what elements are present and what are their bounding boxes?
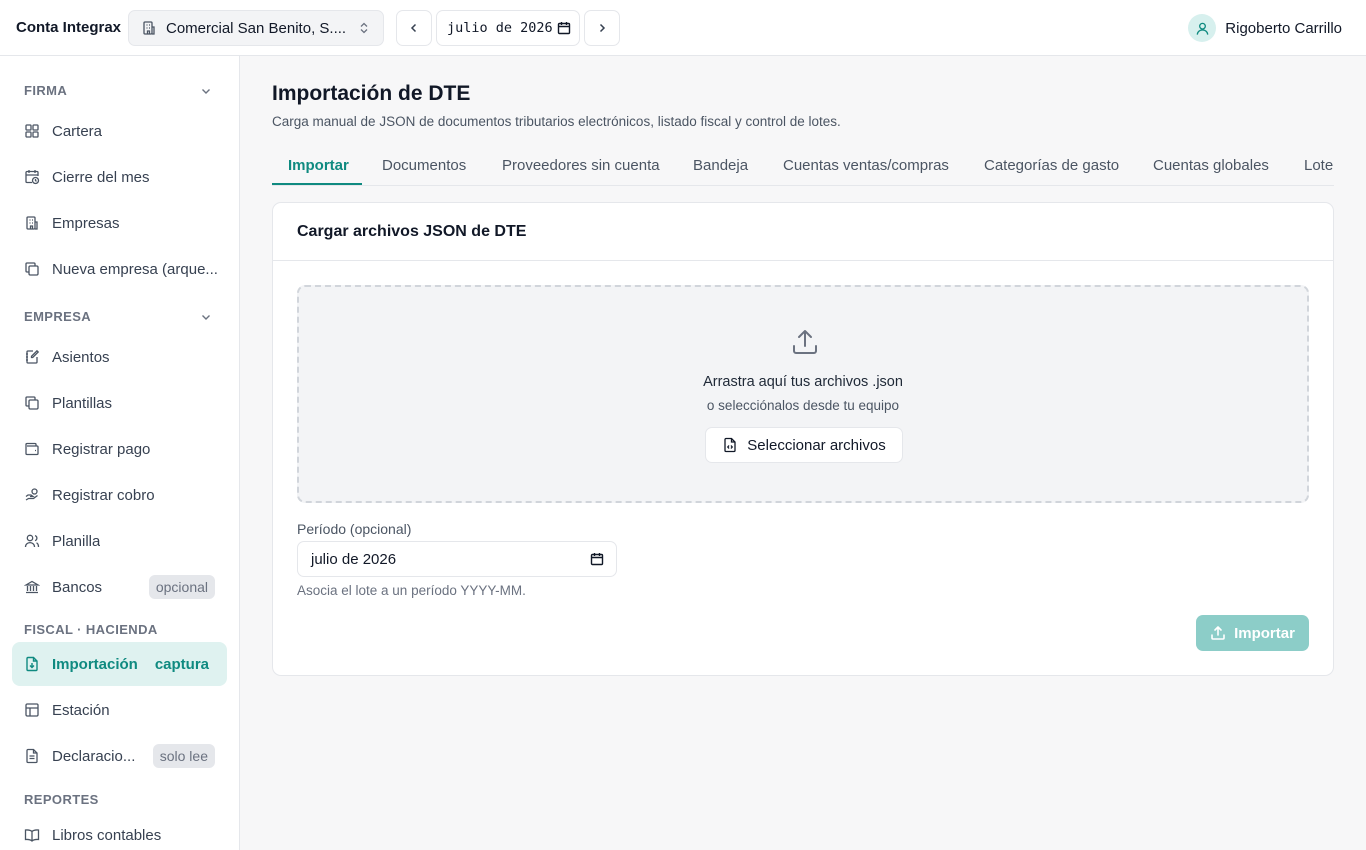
sidebar-item-label: Importación [52, 655, 138, 673]
sidebar-item-label: Nueva empresa (arque... [52, 260, 218, 278]
user-name: Rigoberto Carrillo [1225, 19, 1342, 37]
next-period-button[interactable] [584, 10, 620, 46]
chevron-right-icon [599, 23, 606, 33]
sidebar-item-label: Asientos [52, 348, 110, 366]
sidebar: FIRMA Cartera Cierre del mes Empresas Nu… [0, 56, 240, 850]
calendar-clock-icon [24, 169, 40, 185]
tab-lotes[interactable]: Lote [1304, 146, 1333, 185]
sidebar-item-label: Empresas [52, 214, 120, 232]
file-code-icon [722, 437, 738, 453]
calendar-icon[interactable] [590, 552, 604, 566]
building-icon [141, 20, 157, 36]
chevron-left-icon [410, 23, 417, 33]
user-menu[interactable]: Rigoberto Carrillo [1188, 14, 1342, 42]
period-field[interactable]: julio de 2026 [297, 541, 617, 577]
sidebar-item-asientos[interactable]: Asientos [12, 335, 227, 379]
period-field-help: Asocia el lote a un período YYYY-MM. [297, 583, 526, 598]
sidebar-item-label: Cartera [52, 122, 103, 140]
building-icon [24, 215, 40, 231]
notebook-pen-icon [24, 349, 40, 365]
bank-icon [24, 579, 40, 595]
sidebar-item-label: Cierre del mes [52, 168, 150, 186]
sidebar-item-plantillas[interactable]: Plantillas [12, 381, 227, 425]
period-value: julio de 2026 [447, 20, 553, 36]
top-bar: Conta Integrax Comercial San Benito, S..… [0, 0, 1366, 56]
tab-bar: Importar Documentos Proveedores sin cuen… [272, 146, 1334, 186]
sidebar-item-cierre-del-mes[interactable]: Cierre del mes [12, 155, 227, 199]
capture-badge: captura [154, 655, 209, 673]
period-input[interactable]: julio de 2026 [436, 10, 580, 46]
app-brand: Conta Integrax [16, 19, 122, 36]
period-field-label: Período (opcional) [297, 521, 412, 537]
company-selector[interactable]: Comercial San Benito, S.... [128, 10, 384, 46]
previous-period-button[interactable] [396, 10, 432, 46]
sidebar-item-estacion[interactable]: Estación [12, 688, 227, 732]
chevron-down-icon[interactable] [199, 310, 213, 324]
card-title: Cargar archivos JSON de DTE [297, 223, 527, 240]
period-field-value: julio de 2026 [311, 550, 397, 568]
wallet-icon [24, 441, 40, 457]
page-subtitle: Carga manual de JSON de documentos tribu… [272, 114, 841, 129]
table-icon [24, 702, 40, 718]
sidebar-item-label: Declaracio... [52, 747, 136, 765]
users-icon [24, 533, 40, 549]
tab-cuentas-ventas-compras[interactable]: Cuentas ventas/compras [783, 146, 949, 185]
user-icon [1196, 22, 1209, 35]
file-dropzone[interactable]: Arrastra aquí tus archivos .json o selec… [297, 285, 1309, 503]
sidebar-item-planilla[interactable]: Planilla [12, 519, 227, 563]
tab-documentos[interactable]: Documentos [382, 146, 466, 185]
sidebar-item-libros-contables[interactable]: Libros contables [12, 813, 227, 850]
copy-icon [24, 261, 40, 277]
read-only-badge: solo lee [152, 744, 215, 768]
import-button-label: Importar [1234, 624, 1295, 642]
tab-cuentas-globales[interactable]: Cuentas globales [1153, 146, 1269, 185]
calendar-icon[interactable] [557, 21, 571, 35]
sidebar-item-label: Plantillas [52, 394, 113, 412]
sidebar-item-registrar-pago[interactable]: Registrar pago [12, 427, 227, 471]
company-name: Comercial San Benito, S.... [166, 19, 347, 37]
card-header: Cargar archivos JSON de DTE [273, 203, 1333, 261]
chevron-down-icon[interactable] [199, 84, 213, 98]
file-download-icon [24, 656, 40, 672]
chevron-up-down-icon [357, 21, 371, 35]
sidebar-item-bancos[interactable]: Bancos opcional [12, 565, 227, 609]
tab-importar[interactable]: Importar [288, 146, 349, 185]
optional-badge: opcional [148, 575, 215, 599]
tab-bandeja[interactable]: Bandeja [693, 146, 748, 185]
sidebar-item-nueva-empresa[interactable]: Nueva empresa (arque... [12, 247, 227, 291]
copy-icon [24, 395, 40, 411]
dropzone-text: Arrastra aquí tus archivos .json [703, 374, 903, 390]
tab-proveedores-sin-cuenta[interactable]: Proveedores sin cuenta [502, 146, 660, 185]
import-button[interactable]: Importar [1196, 615, 1309, 651]
avatar [1188, 14, 1217, 42]
sidebar-item-declaraciones[interactable]: Declaracio... solo lee [12, 734, 227, 778]
section-empresa: EMPRESA [24, 309, 92, 324]
section-reportes: REPORTES [24, 792, 99, 807]
tab-categorias-de-gasto[interactable]: Categorías de gasto [984, 146, 1119, 185]
upload-icon [790, 327, 820, 357]
sidebar-item-label: Registrar pago [52, 440, 151, 458]
sidebar-item-label: Registrar cobro [52, 486, 155, 504]
sidebar-item-label: Bancos [52, 578, 103, 596]
dropzone-subtext: o selecciónalos desde tu equipo [706, 398, 900, 413]
hand-coins-icon [24, 487, 40, 503]
sidebar-item-registrar-cobro[interactable]: Registrar cobro [12, 473, 227, 517]
select-files-label: Seleccionar archivos [747, 436, 886, 454]
select-files-button[interactable]: Seleccionar archivos [705, 427, 903, 463]
sidebar-item-cartera[interactable]: Cartera [12, 109, 227, 153]
sidebar-item-label: Libros contables [52, 826, 162, 844]
sidebar-item-empresas[interactable]: Empresas [12, 201, 227, 245]
sidebar-item-label: Planilla [52, 532, 101, 550]
book-open-icon [24, 827, 40, 843]
active-tab-indicator [272, 183, 362, 185]
sidebar-item-label: Estación [52, 701, 110, 719]
sidebar-item-importacion[interactable]: Importación captura [12, 642, 227, 686]
section-firma: FIRMA [24, 83, 68, 98]
upload-card: Cargar archivos JSON de DTE Arrastra aqu… [272, 202, 1334, 676]
file-text-icon [24, 748, 40, 764]
grid-icon [24, 123, 40, 139]
page-title: Importación de DTE [272, 82, 471, 105]
section-fiscal-hacienda: FISCAL · HACIENDA [24, 622, 158, 637]
upload-icon [1210, 625, 1226, 641]
